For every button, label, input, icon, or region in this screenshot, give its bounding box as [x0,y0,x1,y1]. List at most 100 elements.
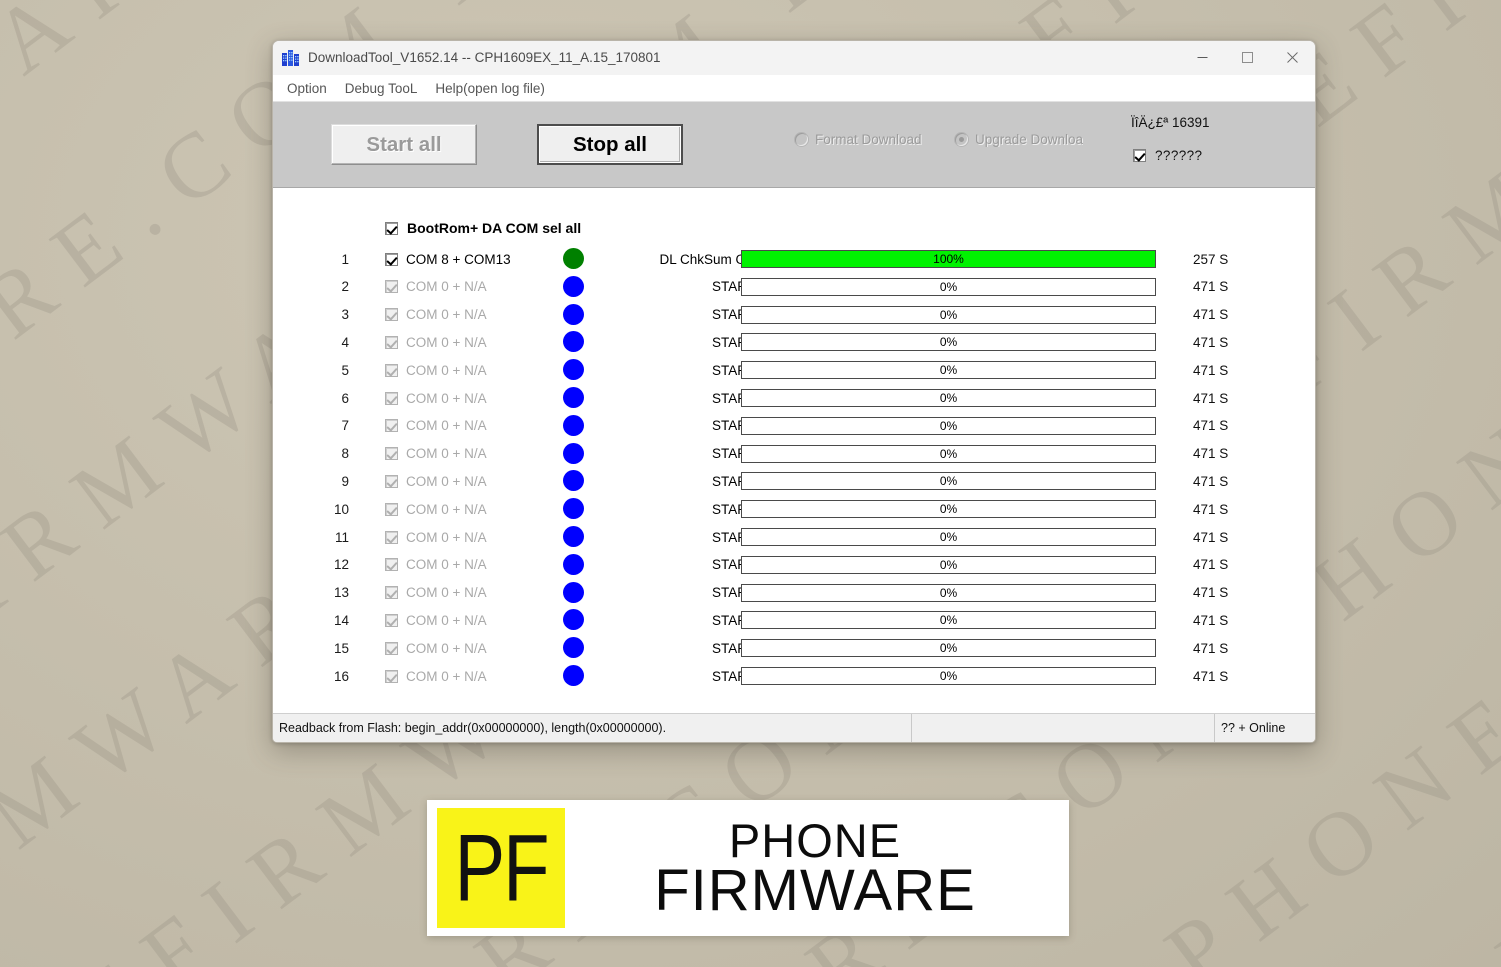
led-indicator-icon [563,637,584,659]
port-row[interactable]: 16 COM 0 + N/A START 0% 471 S [273,665,1315,687]
port-row[interactable]: 15 COM 0 + N/A START 0% 471 S [273,637,1315,659]
port-row-checkbox[interactable]: COM 0 + N/A [385,335,487,350]
port-row[interactable]: 7 COM 0 + N/A START 0% 471 S [273,414,1315,437]
port-row[interactable]: 13 COM 0 + N/A START 0% 471 S [273,581,1315,604]
app-grid-icon [282,49,299,66]
port-status-text: START [711,307,755,323]
port-row-index: 3 [341,307,349,323]
port-com-label: COM 0 + N/A [406,529,487,545]
port-row-checkbox[interactable]: COM 0 + N/A [385,418,487,433]
port-status-text: START [711,390,755,406]
port-row-checkbox[interactable]: COM 0 + N/A [385,613,487,628]
phone-firmware-logo: PF PHONE FIRMWARE [427,800,1069,936]
status-online: ?? + Online [1221,721,1286,735]
radio-selected-icon [955,133,968,146]
select-all-row[interactable]: BootRom+ DA COM sel all [385,220,581,236]
port-status-led [563,248,585,270]
port-row-checkbox[interactable]: COM 0 + N/A [385,391,487,406]
port-row-checkbox[interactable]: COM 0 + N/A [385,446,487,461]
port-status-led [563,387,585,409]
port-progress-bar: 0% [741,472,1156,491]
port-row[interactable]: 8 COM 0 + N/A START 0% 471 S [273,442,1315,465]
port-progress-bar: 0% [741,361,1156,380]
menu-item-help[interactable]: Help(open log file) [426,79,554,98]
download-tool-window: DownloadTool_V1652.14 -- CPH1609EX_11_A.… [272,40,1316,743]
menu-item-debug-tool[interactable]: Debug TooL [336,79,427,98]
port-progress-bar: 100% [741,250,1156,268]
title-bar[interactable]: DownloadTool_V1652.14 -- CPH1609EX_11_A.… [273,41,1315,75]
radio-format-download[interactable]: Format Download [795,132,922,147]
progress-percent-label: 0% [939,307,958,322]
port-row-checkbox[interactable]: COM 0 + N/A [385,669,487,684]
port-elapsed-time: 471 S [1193,446,1229,462]
port-status-led [563,526,585,548]
port-row[interactable]: 10 COM 0 + N/A START 0% 471 S [273,498,1315,520]
port-elapsed-time: 471 S [1193,668,1229,684]
menu-item-option[interactable]: Option [278,79,336,98]
port-status-led [563,359,585,381]
progress-percent-label: 0% [939,502,958,517]
port-row-checkbox[interactable]: COM 0 + N/A [385,474,487,489]
port-row[interactable]: 14 COM 0 + N/A START 0% 471 S [273,609,1315,631]
port-row[interactable]: 2 COM 0 + N/A START 0% 471 S [273,275,1315,298]
port-elapsed-time: 471 S [1193,612,1229,628]
port-status-text: START [711,585,755,601]
port-row-checkbox[interactable]: COM 0 + N/A [385,585,487,600]
port-row-checkbox[interactable]: COM 0 + N/A [385,279,487,294]
checkbox-checked-icon [385,447,398,461]
port-row-checkbox[interactable]: COM 0 + N/A [385,641,487,656]
toolbar-checkbox[interactable]: ?????? [1133,148,1202,163]
checkbox-checked-icon [385,391,398,405]
progress-percent-label: 100% [933,252,964,266]
port-row-index: 4 [341,334,349,350]
port-row[interactable]: 12 COM 0 + N/A START 0% 471 S [273,553,1315,576]
checkbox-checked-icon [385,530,398,544]
logo-line-1: PHONE [728,813,902,867]
led-indicator-icon [563,526,584,547]
close-icon[interactable] [1270,41,1315,74]
checkbox-checked-icon [385,586,398,600]
led-indicator-icon [563,470,584,492]
counter-label: ÏîÄ¿£ª 16391 [1131,115,1210,130]
port-row-checkbox[interactable]: COM 8 + COM13 [385,252,511,267]
port-status-text: START [711,640,755,656]
port-progress-bar: 0% [741,500,1156,519]
port-status-text: START [711,668,755,684]
maximize-icon[interactable] [1225,41,1270,74]
port-progress-bar: 0% [741,389,1156,407]
led-indicator-icon [563,387,584,408]
progress-percent-label: 0% [939,391,958,405]
port-row-checkbox[interactable]: COM 0 + N/A [385,557,487,572]
port-status-led [563,275,585,298]
port-row[interactable]: 11 COM 0 + N/A START 0% 471 S [273,526,1315,548]
minimize-icon[interactable] [1180,41,1225,74]
port-elapsed-time: 471 S [1193,557,1229,573]
port-row-checkbox[interactable]: COM 0 + N/A [385,530,487,545]
checkbox-checked-icon [1133,149,1146,162]
port-progress-bar: 0% [741,528,1156,546]
progress-percent-label: 0% [939,279,958,294]
port-status-text: START [711,473,755,489]
port-progress-bar: 0% [741,555,1156,574]
port-row-checkbox[interactable]: COM 0 + N/A [385,307,487,322]
port-com-label: COM 8 + COM13 [406,251,511,267]
port-row[interactable]: 4 COM 0 + N/A START 0% 471 S [273,331,1315,353]
start-all-button[interactable]: Start all [331,124,477,165]
port-row[interactable]: 5 COM 0 + N/A START 0% 471 S [273,359,1315,381]
stop-all-button[interactable]: Stop all [537,124,683,165]
port-row-checkbox[interactable]: COM 0 + N/A [385,502,487,517]
checkbox-checked-icon [385,419,398,433]
port-elapsed-time: 471 S [1193,390,1229,406]
port-row[interactable]: 1 COM 8 + COM13 DL ChkSum OK 100% 257 S [273,248,1315,270]
port-status-text: DL ChkSum OK [659,251,755,267]
port-row[interactable]: 9 COM 0 + N/A START 0% 471 S [273,470,1315,492]
port-row-checkbox[interactable]: COM 0 + N/A [385,363,487,378]
radio-upgrade-download[interactable]: Upgrade Downloa [955,132,1083,147]
port-status-led [563,581,585,604]
radio-unselected-icon [795,133,808,146]
led-indicator-icon [563,303,584,325]
toolbar-checkbox-label: ?????? [1155,148,1203,163]
port-row[interactable]: 6 COM 0 + N/A START 0% 471 S [273,387,1315,409]
port-row-index: 1 [341,251,349,267]
port-row[interactable]: 3 COM 0 + N/A START 0% 471 S [273,303,1315,326]
